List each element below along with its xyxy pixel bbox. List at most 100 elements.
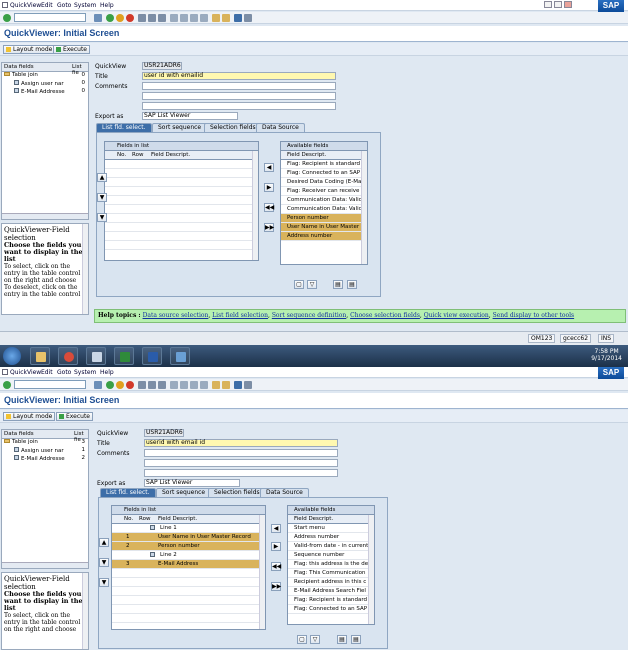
tab-selection-fields[interactable]: Selection fields [204,123,262,132]
available-field-row[interactable]: Flag: Connected to an SAP [281,169,367,178]
move-up-button[interactable]: ▲ [97,173,107,182]
print-icon[interactable] [138,381,146,389]
available-field-row[interactable]: Person number [281,214,367,223]
table-row[interactable] [112,587,265,596]
table-row[interactable]: Line 2 [112,551,265,560]
available-field-row[interactable]: Flag: Recipient is standard [288,596,374,605]
tab-list-field-select[interactable]: List fld. select. [96,123,152,132]
tab-sort-sequence[interactable]: Sort sequence [152,123,208,132]
execute-button[interactable]: Execute [53,45,90,54]
cancel-icon[interactable] [126,14,134,22]
table-row[interactable] [105,160,258,169]
menu-help[interactable]: Help [100,2,114,9]
help-link-data-source[interactable]: Data source selection [143,312,209,319]
available-field-row[interactable]: E-Mail Address Search Fiel [288,587,374,596]
next-page-icon[interactable] [190,14,198,22]
available-field-row[interactable]: Valid-from date - in current [288,542,374,551]
exit-icon[interactable] [116,381,124,389]
table-row[interactable] [105,205,258,214]
next-page-icon[interactable] [190,381,198,389]
remove-field-button[interactable]: ▶ [264,183,274,192]
sap-menu-icon[interactable] [2,2,8,8]
enter-icon[interactable] [3,381,11,389]
table-row[interactable]: Line 1 [112,524,265,533]
tree-node-email-address[interactable]: E-Mail Addresse 0 [2,88,88,96]
command-field[interactable] [14,13,86,22]
remove-field-button[interactable]: ▶ [271,542,281,551]
shortcut-icon[interactable] [222,381,230,389]
comments-input-3[interactable] [144,469,338,477]
menu-goto[interactable]: Goto [57,2,71,9]
available-field-row[interactable]: Flag: This Communication [288,569,374,578]
save-icon[interactable] [94,381,102,389]
help-link-selection[interactable]: Choose selection fields [350,312,420,319]
cancel-icon[interactable] [126,381,134,389]
exit-icon[interactable] [116,14,124,22]
available-field-row[interactable]: Address number [281,232,367,241]
tree-hscrollbar[interactable] [2,562,88,568]
available-field-row[interactable]: Flag: Receiver can receive [281,187,367,196]
find-next-icon[interactable] [158,381,166,389]
comments-input-2[interactable] [142,92,336,100]
minimize-button[interactable] [544,1,552,8]
available-field-row[interactable]: Flag: Recipient is standard [281,160,367,169]
execute-button[interactable]: Execute [56,412,93,421]
filter-icon[interactable]: ▽ [310,635,320,644]
command-field[interactable] [14,380,86,389]
prev-page-icon[interactable] [180,381,188,389]
table-row[interactable]: 2 Person number [112,542,265,551]
table-row[interactable] [112,623,265,629]
close-button[interactable] [564,1,572,8]
table-row[interactable] [112,578,265,587]
help-vscrollbar[interactable] [82,224,88,314]
menu-system[interactable]: System [74,369,96,376]
maximize-button[interactable] [554,1,562,8]
layout-icon[interactable] [244,14,252,22]
title-input[interactable]: user id with emailid [142,72,336,80]
select-all-icon[interactable]: ▢ [294,280,304,289]
tree-node-assign-user[interactable]: Assign user nar 0 [2,80,88,88]
available-field-row[interactable]: Flag: Connected to an SAP [288,605,374,614]
menu-edit[interactable]: Edit [41,2,53,9]
move-down-button[interactable]: ▼ [97,193,107,202]
enter-icon[interactable] [3,14,11,22]
add-field-button[interactable]: ◀ [264,163,274,172]
available-field-row[interactable]: Start menu [288,524,374,533]
table-row[interactable] [112,569,265,578]
help-link-send[interactable]: Send display to other tools [493,312,575,319]
available-field-row[interactable]: Communication Data: Valid [281,196,367,205]
list-vscrollbar[interactable] [252,151,258,260]
table-row[interactable] [105,232,258,241]
comments-input-2[interactable] [144,459,338,467]
shortcut-icon[interactable] [222,14,230,22]
table-row[interactable] [105,214,258,223]
available-field-row[interactable]: Communication Data: Valid [281,205,367,214]
tree-node-table-join[interactable]: Table join 3 [2,439,88,447]
export-select[interactable]: SAP List Viewer [144,479,240,487]
tree-node-assign-user[interactable]: Assign user nar 1 [2,447,88,455]
new-session-icon[interactable] [212,381,220,389]
table-row[interactable] [105,187,258,196]
table-row[interactable] [112,605,265,614]
help-vscrollbar[interactable] [82,573,88,649]
menu-goto[interactable]: Goto [57,369,71,376]
available-vscrollbar[interactable] [368,515,374,624]
comments-input-1[interactable] [142,82,336,90]
filter-icon[interactable]: ▽ [307,280,317,289]
find-next-icon[interactable]: ▤ [351,635,361,644]
move-up-button[interactable]: ▲ [99,538,109,547]
comments-input-1[interactable] [144,449,338,457]
add-field-button[interactable]: ◀ [271,524,281,533]
menu-quickview[interactable]: QuickView [10,369,41,376]
taskbar-sap[interactable] [86,347,106,365]
export-select[interactable]: SAP List Viewer [142,112,238,120]
new-session-icon[interactable] [212,14,220,22]
table-row[interactable] [105,178,258,187]
layout-mode-button[interactable]: Layout mode [3,45,56,54]
menu-edit[interactable]: Edit [41,369,53,376]
available-field-row[interactable]: Sequence number [288,551,374,560]
add-all-button[interactable]: ◀◀ [271,562,281,571]
tab-data-source[interactable]: Data Source [256,123,305,132]
tree-node-email-address[interactable]: E-Mail Addresse 2 [2,455,88,463]
tab-data-source[interactable]: Data Source [260,488,309,497]
